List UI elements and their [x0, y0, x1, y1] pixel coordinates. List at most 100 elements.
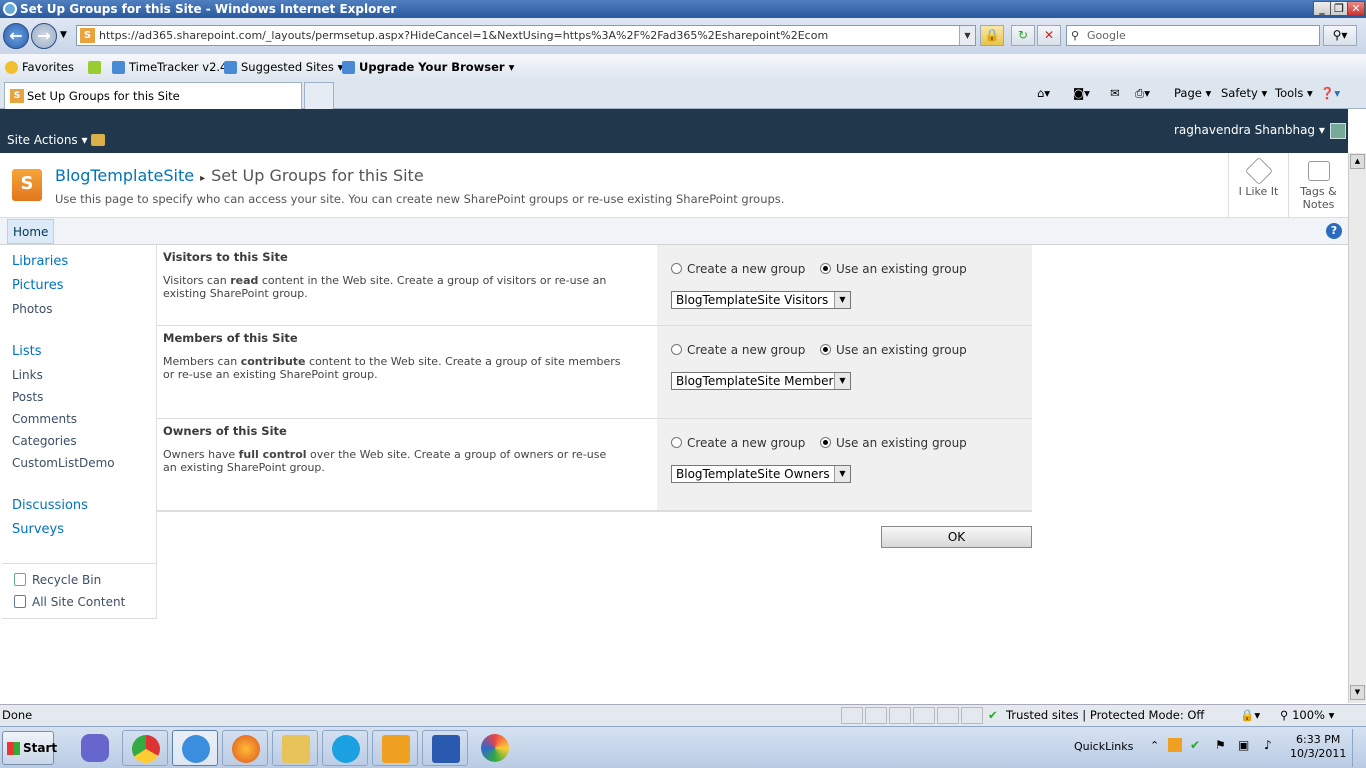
scroll-down-icon[interactable]: ▼	[1350, 685, 1365, 700]
ql-photos[interactable]: Photos	[12, 302, 52, 316]
sharepoint-favicon-icon: S	[80, 28, 95, 43]
help-menu-icon[interactable]: ❓▾	[1320, 86, 1340, 100]
check-icon: ✔	[988, 708, 998, 722]
ql-surveys[interactable]: Surveys	[12, 522, 64, 537]
chevron-down-icon: ▼	[834, 292, 850, 308]
page-menu[interactable]: Page ▾	[1174, 86, 1211, 100]
taskbar-visualstudio-icon[interactable]	[72, 730, 118, 766]
forward-button[interactable]: →	[31, 23, 57, 49]
taskbar-outlook-icon[interactable]	[372, 730, 418, 766]
close-window-button[interactable]: ✕	[1347, 1, 1365, 16]
ql-posts[interactable]: Posts	[12, 390, 43, 404]
ql-discussions[interactable]: Discussions	[12, 498, 88, 513]
minimize-button[interactable]: _	[1313, 1, 1331, 16]
rss-feed-icon[interactable]: ◙▾	[1073, 86, 1090, 100]
ql-comments[interactable]: Comments	[12, 412, 77, 426]
back-button[interactable]: ←	[3, 23, 29, 49]
ql-links[interactable]: Links	[12, 368, 43, 382]
owners-group-select[interactable]: BlogTemplateSite Owners ▼	[671, 465, 851, 483]
show-desktop-button[interactable]	[1352, 729, 1364, 767]
taskbar-word-icon[interactable]	[422, 730, 468, 766]
lock-icon[interactable]: 🔒	[980, 25, 1004, 46]
ql-categories[interactable]: Categories	[12, 434, 77, 448]
chevron-down-icon: ▼	[834, 466, 850, 482]
visitors-existing-radio[interactable]: Use an existing group	[820, 262, 967, 276]
members-title: Members of this Site	[163, 331, 298, 345]
ql-pictures[interactable]: Pictures	[12, 278, 63, 293]
tray-expand-icon[interactable]: ⌃	[1150, 739, 1159, 752]
navigate-up-icon[interactable]	[91, 134, 105, 146]
edit-page-icon[interactable]	[1330, 123, 1346, 139]
scroll-up-icon[interactable]: ▲	[1350, 154, 1365, 169]
tray-outlook-icon[interactable]	[1168, 738, 1182, 752]
page-scrollbar[interactable]: ▲ ▼	[1348, 153, 1366, 703]
start-button[interactable]: Start	[2, 731, 57, 765]
quicklinks-toolbar[interactable]: QuickLinks	[1074, 740, 1133, 753]
breadcrumb-site-link[interactable]: BlogTemplateSite	[55, 166, 194, 185]
tags-notes-button[interactable]: Tags & Notes	[1288, 153, 1348, 217]
mail-icon[interactable]: ✉	[1110, 86, 1120, 100]
recycle-bin-icon	[14, 573, 26, 586]
system-clock[interactable]: 6:33 PM 10/3/2011	[1290, 733, 1346, 761]
taskbar-skype-icon[interactable]	[322, 730, 368, 766]
address-url: https://ad365.sharepoint.com/_layouts/pe…	[99, 29, 829, 42]
home-icon[interactable]: ⌂▾	[1037, 86, 1050, 100]
page-title: Set Up Groups for this Site	[211, 166, 424, 185]
taskbar-firefox-icon[interactable]	[222, 730, 268, 766]
members-create-radio[interactable]: Create a new group	[671, 343, 805, 357]
stop-button[interactable]: ✕	[1037, 25, 1061, 46]
search-input[interactable]: ⚲ Google	[1066, 25, 1320, 46]
ql-lists[interactable]: Lists	[12, 344, 42, 359]
protected-mode-icon[interactable]: 🔒▾	[1240, 705, 1260, 726]
refresh-button[interactable]: ↻	[1011, 25, 1035, 46]
status-pane	[841, 707, 863, 724]
visitors-create-radio[interactable]: Create a new group	[671, 262, 805, 276]
security-zone[interactable]: Trusted sites | Protected Mode: Off	[1006, 705, 1204, 726]
members-existing-radio[interactable]: Use an existing group	[820, 343, 967, 357]
window-titlebar: Set Up Groups for this Site - Windows In…	[0, 0, 1366, 18]
sharepoint-favicon-icon: S	[10, 89, 24, 103]
taskbar-paint-icon[interactable]	[472, 730, 518, 766]
owners-existing-radio[interactable]: Use an existing group	[820, 436, 967, 450]
help-icon[interactable]: ?	[1326, 223, 1342, 239]
search-go-button[interactable]: ⚲▾	[1323, 25, 1357, 46]
tray-network-icon[interactable]: ▣	[1238, 738, 1249, 752]
ql-all-site-content[interactable]: All Site Content	[32, 595, 125, 609]
tools-menu[interactable]: Tools ▾	[1275, 86, 1313, 100]
fav-upgrade-browser[interactable]: Upgrade Your Browser ▾	[342, 54, 514, 80]
ql-customlistdemo[interactable]: CustomListDemo	[12, 456, 115, 470]
i-like-it-button[interactable]: I Like It	[1228, 153, 1288, 217]
site-actions-menu[interactable]: Site Actions ▾	[7, 133, 88, 147]
maximize-button[interactable]: ❐	[1330, 1, 1348, 16]
history-dropdown-icon[interactable]: ▼	[60, 30, 67, 40]
members-description: Members can contribute content to the We…	[163, 355, 621, 381]
tab-set-up-groups[interactable]: S Set Up Groups for this Site	[4, 82, 302, 109]
user-menu[interactable]: raghavendra Shanbhag ▾	[1174, 123, 1325, 137]
ql-recycle-bin[interactable]: Recycle Bin	[32, 573, 101, 587]
tray-flag-icon[interactable]: ⚑	[1215, 738, 1226, 752]
status-pane	[961, 707, 983, 724]
members-group-select[interactable]: BlogTemplateSite Members ▼	[671, 372, 851, 390]
taskbar-explorer-icon[interactable]	[272, 730, 318, 766]
print-icon[interactable]: ⎙▾	[1135, 86, 1150, 101]
tab-home[interactable]: Home	[7, 219, 55, 244]
fav-suggested-sites[interactable]: Suggested Sites ▾	[224, 54, 343, 80]
tray-check-icon[interactable]: ✔	[1190, 738, 1200, 752]
search-placeholder: Google	[1087, 29, 1126, 42]
taskbar-chrome-icon[interactable]	[122, 730, 168, 766]
ok-button[interactable]: OK	[881, 526, 1032, 548]
favorites-button[interactable]: Favorites	[5, 54, 74, 80]
sharepoint-logo-icon: S	[12, 169, 42, 201]
zoom-control[interactable]: ⚲ 100% ▾	[1280, 705, 1334, 726]
visitors-group-select[interactable]: BlogTemplateSite Visitors ▼	[671, 291, 851, 309]
safety-menu[interactable]: Safety ▾	[1221, 86, 1267, 100]
fav-timetracker[interactable]: TimeTracker v2.4	[112, 54, 227, 80]
new-tab-button[interactable]	[304, 82, 334, 109]
address-dropdown-icon[interactable]: ▼	[959, 26, 975, 45]
taskbar-ie-icon[interactable]	[172, 730, 218, 766]
add-favorite-icon[interactable]	[88, 54, 105, 80]
tray-volume-icon[interactable]: ♪	[1264, 738, 1272, 752]
ql-libraries[interactable]: Libraries	[12, 254, 68, 269]
owners-create-radio[interactable]: Create a new group	[671, 436, 805, 450]
address-bar[interactable]: S https://ad365.sharepoint.com/_layouts/…	[76, 25, 976, 46]
